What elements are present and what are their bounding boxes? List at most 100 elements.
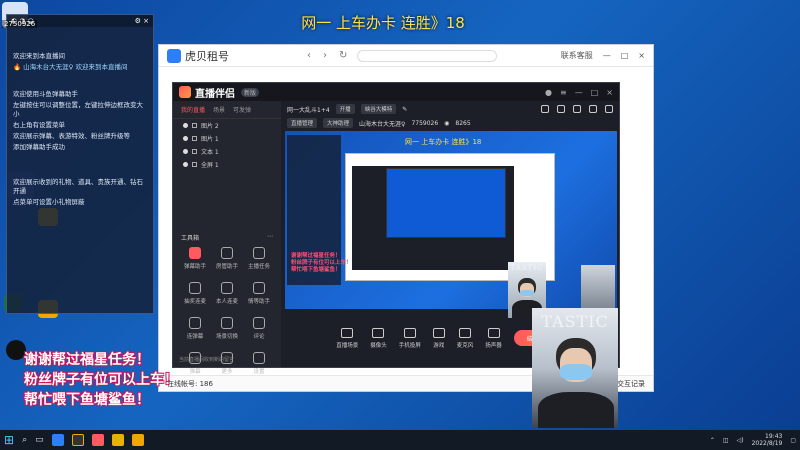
maximize-icon[interactable]: □	[621, 51, 629, 60]
lock-icon[interactable]	[192, 123, 197, 128]
maximize-icon[interactable]: □	[591, 88, 599, 97]
overlay-line: 帮忙喂下鱼塘鲨鱼！	[24, 392, 150, 408]
taskbar-app-icon[interactable]	[71, 434, 84, 446]
toolbox-title: 工具箱	[181, 235, 200, 242]
tool-comment[interactable]: 评论	[243, 317, 275, 340]
tool-connect-danmu[interactable]: 连弹幕	[179, 317, 211, 340]
tab-my-live[interactable]: 我的直播	[181, 105, 205, 114]
room-number: 2750926	[2, 20, 38, 28]
share-icon[interactable]	[605, 105, 613, 113]
tool-lottery[interactable]: 抽奖连麦	[179, 282, 211, 305]
list-icon	[189, 317, 201, 329]
lock-icon[interactable]	[192, 136, 197, 141]
screen-icon[interactable]	[573, 105, 581, 113]
gear-icon	[253, 352, 265, 364]
minimize-icon[interactable]: —	[575, 88, 583, 97]
overlay-line: 粉丝牌子有位可以上车！	[24, 372, 178, 388]
comment-icon	[253, 317, 265, 329]
tool-mic-link[interactable]: 本人连麦	[211, 282, 243, 305]
layer-item[interactable]: 文本 1	[173, 145, 281, 158]
tab-danmu[interactable]: 可发弹	[233, 105, 251, 114]
minimize-icon[interactable]: —	[603, 51, 611, 60]
avatar[interactable]: ●	[545, 88, 552, 97]
gift-icon	[189, 282, 201, 294]
control-mic[interactable]: 麦克风	[457, 327, 473, 349]
tool-anchor-task[interactable]: 主播任务	[243, 247, 275, 270]
room-name: 网一大乱斗1+4	[287, 106, 330, 114]
eye-icon[interactable]	[183, 162, 188, 167]
cam-small-word: TASTIC	[510, 264, 544, 272]
chat-message: 添加弹幕助手成功	[13, 143, 65, 151]
layer-item[interactable]: 全屏 1	[173, 158, 281, 171]
control-speaker[interactable]: 扬声器	[485, 327, 502, 349]
back-icon[interactable]: ‹	[307, 50, 311, 61]
notification-icon[interactable]: ▢	[790, 437, 796, 444]
control-game[interactable]: 游戏	[432, 327, 445, 349]
tool-feelings[interactable]: 情等助手	[243, 282, 275, 305]
layer-label: 文本 1	[201, 149, 219, 156]
live-status-pill[interactable]: 开播	[335, 104, 355, 114]
rental-app-logo: 虎贝租号	[167, 48, 229, 64]
taskbar-app-icon[interactable]	[131, 434, 144, 446]
lock-icon[interactable]	[192, 149, 197, 154]
edit-icon[interactable]: ✎	[402, 106, 407, 113]
taskbar-app-icon[interactable]	[111, 434, 124, 446]
rental-logo-icon	[167, 48, 181, 63]
control-camera[interactable]: 摄像头	[370, 327, 387, 349]
manage-tag[interactable]: 直播管理	[287, 118, 318, 128]
anchor-id: 7759026	[411, 119, 439, 127]
rental-app-name: 虎贝租号	[185, 49, 229, 63]
heat-value: 8265	[455, 119, 471, 127]
tab-scene[interactable]: 场景	[213, 105, 225, 114]
live-preview[interactable]: 网一 上车办卡 连胜》18 谢谢帮过福星任务！ 粉丝牌子有位可以上车！ 帮忙喂下…	[285, 131, 617, 329]
search-icon[interactable]: ⌕	[22, 435, 27, 445]
assistant-tag[interactable]: 大神助理	[323, 118, 354, 128]
mic-icon	[459, 327, 471, 338]
overlay-lines: 谢谢帮过福星任务！ 粉丝牌子有位可以上车！ 帮忙喂下鱼塘鲨鱼！	[24, 350, 178, 410]
speaker-icon	[487, 327, 500, 338]
eye-icon[interactable]	[183, 136, 188, 141]
settings-icon[interactable]	[589, 105, 597, 113]
tool-settings[interactable]: 设置	[243, 352, 275, 375]
control-scene[interactable]: 直播场景	[336, 327, 358, 349]
layer-item[interactable]: 图片 1	[173, 132, 281, 145]
volume-icon[interactable]: ◁)	[737, 437, 744, 444]
menu-icon[interactable]: ≡	[560, 88, 567, 97]
task-view-icon[interactable]: ▭	[35, 435, 44, 445]
forward-icon[interactable]: ›	[323, 50, 327, 61]
contact-service-link[interactable]: 联系客服	[561, 50, 593, 61]
chat-message: 欢迎展示弹幕、表游特效、粉丝牌升级等	[13, 132, 130, 140]
eye-icon[interactable]	[183, 149, 188, 154]
more-icon[interactable]: ⋯	[267, 233, 273, 242]
toolbox-header: 工具箱 ⋯	[181, 233, 273, 242]
room-info: 网一大乱斗1+4 开播 峡谷大模特 ✎ 直播管理 大神助理 山海木台大无涯♀ 7…	[281, 101, 619, 131]
eye-icon[interactable]	[183, 123, 188, 128]
chat-settings-icon[interactable]: ⚙ ×	[135, 17, 149, 25]
close-icon[interactable]: ×	[638, 51, 645, 60]
version-badge[interactable]: 新版	[241, 87, 260, 97]
category-pill[interactable]: 峡谷大模特	[360, 104, 397, 114]
taskbar-app-icon[interactable]	[51, 434, 64, 446]
lock-icon[interactable]	[192, 162, 197, 167]
layer-item[interactable]: 图片 2	[173, 119, 281, 132]
control-phone[interactable]: 手机投屏	[399, 327, 421, 349]
close-icon[interactable]: ×	[606, 88, 613, 97]
phone-icon	[403, 327, 416, 338]
desktop-icon-app[interactable]	[6, 340, 26, 360]
tool-room-manager[interactable]: 房管助手	[211, 247, 243, 270]
network-icon[interactable]: ◫	[723, 437, 729, 444]
windows-start-icon[interactable]: ⊞	[4, 434, 14, 446]
interaction-log-button[interactable]: 交互记录	[617, 379, 645, 389]
tool-scene-switch[interactable]: 场景切换	[211, 317, 243, 340]
danmu-chat-panel[interactable]: ◐ ◑ ◒ ⚙ × 欢迎来到本直播间 🔥 山海木台大无涯♀ 欢迎来到本直播间 欢…	[6, 14, 154, 314]
refresh-icon[interactable]: ↻	[339, 50, 347, 61]
tray-up-icon[interactable]: ⌃	[710, 437, 715, 444]
nested-preview	[386, 168, 506, 238]
gift-icon[interactable]	[541, 105, 549, 113]
taskbar-app-icon[interactable]	[91, 434, 104, 446]
scene-icon	[341, 327, 354, 338]
message-icon[interactable]	[557, 105, 565, 113]
tool-danmu-assistant[interactable]: 弹幕助手	[179, 247, 211, 270]
address-bar[interactable]	[357, 49, 498, 62]
clock[interactable]: 19:43 2022/8/19	[752, 433, 783, 447]
